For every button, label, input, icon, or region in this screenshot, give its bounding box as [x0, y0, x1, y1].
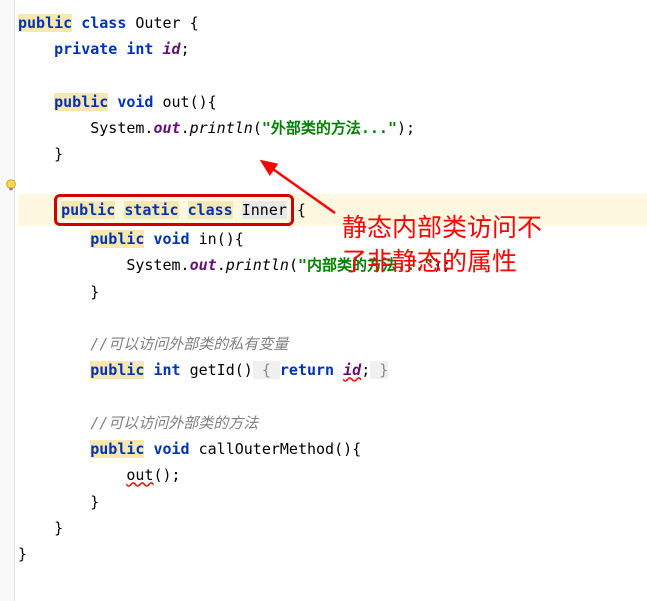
paren-close: ); — [397, 119, 415, 137]
brace: } — [90, 283, 99, 301]
method-name: in — [199, 230, 217, 248]
blank-line[interactable] — [18, 384, 647, 410]
code-line[interactable]: public void callOuterMethod(){ — [18, 436, 647, 462]
string-literal: "内部类的方法..." — [298, 256, 433, 274]
code-line[interactable]: } — [18, 279, 647, 305]
keyword-public: public — [18, 14, 72, 32]
keyword-public: public — [90, 230, 144, 248]
class-name: Inner — [242, 201, 287, 219]
keyword-class: class — [188, 201, 233, 219]
code-line[interactable]: public void out(){ — [18, 89, 647, 115]
paren-open: ( — [253, 119, 262, 137]
field-ref: out — [190, 256, 217, 274]
code-line[interactable]: System.out.println("外部类的方法..."); — [18, 115, 647, 141]
code-line[interactable]: public void in(){ — [18, 226, 647, 252]
method-name: getId — [190, 361, 235, 379]
semicolon: ; — [181, 40, 190, 58]
field-ref: out — [153, 119, 180, 137]
code-line[interactable]: public int getId() { return id; } — [18, 357, 647, 383]
keyword-public: public — [61, 201, 115, 219]
brace: } — [54, 145, 63, 163]
brace: } — [90, 493, 99, 511]
code-line[interactable]: } — [18, 489, 647, 515]
keyword-int: int — [126, 40, 153, 58]
comment: //可以访问外部类的私有变量 — [90, 335, 288, 353]
dot: . — [181, 119, 190, 137]
code-line[interactable]: } — [18, 541, 647, 567]
method-name: out — [163, 93, 190, 111]
blank-line[interactable] — [18, 63, 647, 89]
error-highlight-box: public static class Inner — [54, 194, 294, 226]
method-name: callOuterMethod — [199, 440, 334, 458]
class-ref: System. — [126, 256, 189, 274]
keyword-public: public — [90, 440, 144, 458]
keyword-class: class — [81, 14, 126, 32]
semicolon: ; — [361, 361, 370, 379]
brace-open: { — [253, 361, 280, 379]
parens: () — [235, 361, 253, 379]
blank-line[interactable] — [18, 305, 647, 331]
code-line[interactable]: } — [18, 515, 647, 541]
keyword-void: void — [153, 230, 189, 248]
brace: { — [297, 201, 306, 219]
keyword-int: int — [153, 361, 180, 379]
code-line[interactable]: out(); — [18, 462, 647, 488]
class-name: Outer — [135, 14, 180, 32]
comment: //可以访问外部类的方法 — [90, 414, 258, 432]
method-call-error: out — [126, 466, 153, 484]
code-line[interactable]: } — [18, 141, 647, 167]
brace-close: } — [370, 361, 388, 379]
code-line[interactable]: //可以访问外部类的方法 — [18, 410, 647, 436]
code-line[interactable]: System.out.println("内部类的方法..."); — [18, 252, 647, 278]
code-line-highlighted[interactable]: public static class Inner{ — [18, 194, 647, 226]
space — [334, 361, 343, 379]
code-line[interactable]: private int id; — [18, 36, 647, 62]
keyword-return: return — [280, 361, 334, 379]
brace: { — [181, 14, 199, 32]
blank-line[interactable] — [18, 168, 647, 194]
keyword-public: public — [54, 93, 108, 111]
string-literal: "外部类的方法..." — [262, 119, 397, 137]
method-call: println — [226, 256, 289, 274]
brace: } — [18, 545, 27, 563]
parens: (); — [153, 466, 180, 484]
keyword-void: void — [117, 93, 153, 111]
brace: } — [54, 519, 63, 537]
parens: (){ — [190, 93, 217, 111]
keyword-void: void — [153, 440, 189, 458]
code-line[interactable]: public class Outer { — [18, 10, 647, 36]
paren-open: ( — [289, 256, 298, 274]
keyword-public: public — [90, 361, 144, 379]
keyword-private: private — [54, 40, 117, 58]
method-call: println — [190, 119, 253, 137]
parens: (){ — [217, 230, 244, 248]
parens: (){ — [334, 440, 361, 458]
code-line[interactable]: //可以访问外部类的私有变量 — [18, 331, 647, 357]
class-ref: System. — [90, 119, 153, 137]
field-name: id — [163, 40, 181, 58]
code-editor[interactable]: public class Outer { private int id; pub… — [0, 0, 647, 577]
paren-close: ); — [433, 256, 451, 274]
dot: . — [217, 256, 226, 274]
keyword-static: static — [124, 201, 178, 219]
field-error: id — [343, 361, 361, 379]
